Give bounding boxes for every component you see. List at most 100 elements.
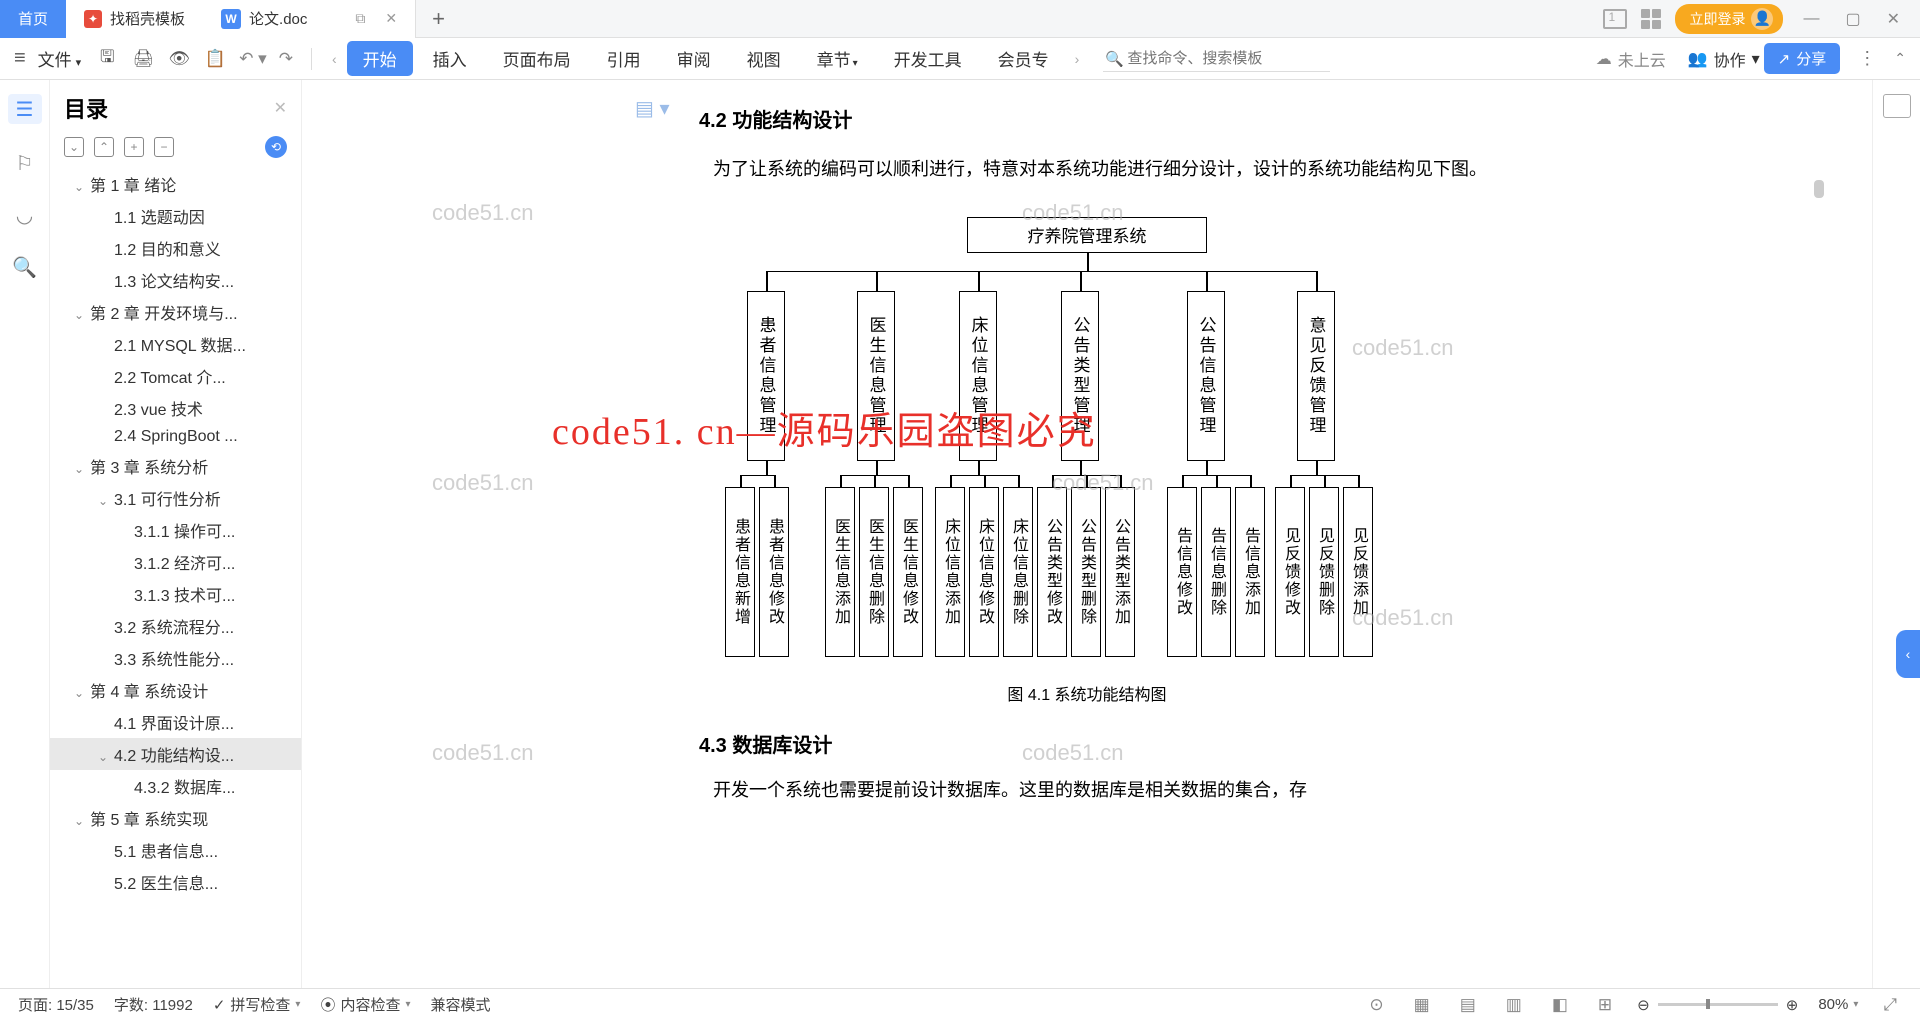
- save-icon[interactable]: 🖫: [96, 48, 118, 70]
- zoom-out-icon[interactable]: ⊖: [1637, 996, 1650, 1014]
- file-menu[interactable]: 文件▾: [38, 46, 82, 71]
- maximize-icon[interactable]: ▢: [1839, 9, 1866, 29]
- side-expand-tab[interactable]: ‹: [1896, 630, 1920, 678]
- login-label: 立即登录: [1689, 9, 1745, 29]
- ribbon-tab-insert[interactable]: 插入: [417, 46, 483, 71]
- outline-item[interactable]: ⌄第 2 章 开发环境与...: [50, 296, 301, 328]
- share-button[interactable]: ↗分享: [1764, 43, 1841, 74]
- outline-item[interactable]: ⌄第 5 章 系统实现: [50, 802, 301, 834]
- rail-bookmark-icon[interactable]: ◡: [12, 202, 38, 228]
- outline-item[interactable]: 4.3.2 数据库...: [50, 770, 301, 802]
- outline-item[interactable]: 5.1 患者信息...: [50, 834, 301, 866]
- ribbon-scroll-right[interactable]: ›: [1069, 51, 1086, 67]
- tab-template[interactable]: ✦ 找稻壳模板: [66, 0, 203, 38]
- ribbon-scroll-left[interactable]: ‹: [326, 51, 343, 67]
- ribbon-tab-start[interactable]: 开始: [347, 41, 413, 76]
- minimize-icon[interactable]: —: [1797, 10, 1825, 28]
- outline-item[interactable]: 1.3 论文结构安...: [50, 264, 301, 296]
- outline-item[interactable]: 3.2 系统流程分...: [50, 610, 301, 642]
- fullscreen-icon[interactable]: ⤢: [1883, 995, 1897, 1015]
- view-mode-icon-1[interactable]: ⊙: [1369, 995, 1383, 1015]
- rail-outline-icon[interactable]: ☰: [8, 94, 42, 124]
- outline-remove-icon[interactable]: −: [154, 137, 174, 157]
- ribbon-tab-chapter[interactable]: 章节▾: [801, 46, 874, 71]
- tab-add-button[interactable]: +: [416, 6, 461, 32]
- share-icon: ↗: [1778, 50, 1791, 68]
- outline-item[interactable]: 3.1.1 操作可...: [50, 514, 301, 546]
- outline-item[interactable]: ⌄第 1 章 绪论: [50, 168, 301, 200]
- search-icon: 🔍: [1105, 50, 1124, 68]
- outline-item[interactable]: 1.2 目的和意义: [50, 232, 301, 264]
- tab-home[interactable]: 首页: [0, 0, 66, 38]
- print-icon[interactable]: 🖨: [132, 48, 154, 70]
- login-button[interactable]: 立即登录 👤: [1675, 4, 1783, 34]
- collab-button[interactable]: 👥协作▾: [1688, 47, 1760, 71]
- outline-item[interactable]: ⌄第 4 章 系统设计: [50, 674, 301, 706]
- ribbon-tab-view[interactable]: 视图: [731, 46, 797, 71]
- outline-item[interactable]: 2.4 SpringBoot ...: [50, 424, 301, 450]
- view-mode-icon-6[interactable]: ⊞: [1598, 995, 1612, 1015]
- outline-expand-all-icon[interactable]: ⌃: [94, 137, 114, 157]
- ribbon-tab-ref[interactable]: 引用: [591, 46, 657, 71]
- status-content-check[interactable]: ⦿内容检查▾: [320, 994, 410, 1015]
- undo-icon[interactable]: ↶ ▾: [239, 49, 267, 69]
- tab-close-icon[interactable]: ✕: [385, 10, 397, 27]
- outline-add-icon[interactable]: +: [124, 137, 144, 157]
- view-mode-icon-2[interactable]: ▦: [1414, 995, 1430, 1015]
- outline-item[interactable]: ⌄第 3 章 系统分析: [50, 450, 301, 482]
- view-mode-icon-5[interactable]: ◧: [1552, 995, 1568, 1015]
- outline-item[interactable]: 3.1.2 经济可...: [50, 546, 301, 578]
- zoom-level[interactable]: 80%▾: [1818, 996, 1858, 1013]
- outline-item[interactable]: ⌄4.2 功能结构设...: [50, 738, 301, 770]
- scrollbar-thumb[interactable]: [1814, 180, 1824, 198]
- search-input[interactable]: [1103, 46, 1329, 72]
- rail-search-icon[interactable]: 🔍: [12, 254, 38, 280]
- search-box[interactable]: 🔍: [1103, 46, 1329, 72]
- outline-item[interactable]: 3.3 系统性能分...: [50, 642, 301, 674]
- menu-icon[interactable]: ≡: [14, 47, 26, 70]
- outline-item[interactable]: 3.1.3 技术可...: [50, 578, 301, 610]
- more-icon[interactable]: ⋮: [1858, 48, 1876, 69]
- outline-item[interactable]: 2.3 vue 技术: [50, 392, 301, 424]
- diagram-mid: 意见反馈管理: [1297, 291, 1335, 461]
- ribbon-tab-review[interactable]: 审阅: [661, 46, 727, 71]
- status-page[interactable]: 页面: 15/35: [18, 994, 94, 1015]
- content-check-icon: ⦿: [320, 994, 335, 1015]
- close-icon[interactable]: ✕: [1881, 9, 1906, 29]
- zoom-slider[interactable]: ⊖ ⊕: [1637, 996, 1798, 1014]
- collapse-ribbon-icon[interactable]: ⌃: [1894, 50, 1906, 67]
- rail-pin-icon[interactable]: ⚐: [12, 150, 38, 176]
- right-rail: [1872, 80, 1920, 988]
- outline-item[interactable]: 2.2 Tomcat 介...: [50, 360, 301, 392]
- redo-icon[interactable]: ↷: [279, 49, 293, 69]
- view-mode-icon-3[interactable]: ▤: [1460, 995, 1476, 1015]
- tab-home-label: 首页: [18, 8, 48, 29]
- right-rail-panel-icon[interactable]: [1883, 94, 1911, 118]
- outline-item[interactable]: 2.1 MYSQL 数据...: [50, 328, 301, 360]
- status-words[interactable]: 字数: 11992: [114, 994, 193, 1015]
- cloud-status[interactable]: ☁未上云: [1596, 47, 1666, 71]
- zoom-in-icon[interactable]: ⊕: [1786, 996, 1799, 1014]
- outline-collapse-all-icon[interactable]: ⌄: [64, 137, 84, 157]
- tab-duplicate-icon[interactable]: ⧉: [355, 10, 365, 27]
- outline-sync-icon[interactable]: ⟲: [265, 136, 287, 158]
- preview-icon[interactable]: 👁: [168, 48, 190, 70]
- diagram-mid: 床位信息管理: [959, 291, 997, 461]
- outline-item[interactable]: 1.1 选题动因: [50, 200, 301, 232]
- outline-item[interactable]: ⌄3.1 可行性分析: [50, 482, 301, 514]
- ribbon-tab-dev[interactable]: 开发工具: [878, 46, 978, 71]
- apps-icon[interactable]: [1641, 9, 1661, 29]
- outline-close-icon[interactable]: ✕: [274, 98, 287, 118]
- window-split-icon[interactable]: [1603, 9, 1627, 29]
- ribbon-tab-layout[interactable]: 页面布局: [487, 46, 587, 71]
- view-mode-icon-4[interactable]: ▥: [1506, 995, 1522, 1015]
- ribbon-tab-member[interactable]: 会员专: [982, 46, 1065, 71]
- status-spellcheck[interactable]: ✓拼写检查▾: [213, 994, 301, 1015]
- tab-doc[interactable]: W 论文.doc ⧉ ✕: [203, 0, 416, 38]
- copy-icon[interactable]: 📋: [204, 48, 226, 70]
- outline-item[interactable]: 5.2 医生信息...: [50, 866, 301, 898]
- status-compat[interactable]: 兼容模式: [431, 994, 491, 1015]
- outline-item[interactable]: 4.1 界面设计原...: [50, 706, 301, 738]
- outline-list[interactable]: ⌄第 1 章 绪论1.1 选题动因1.2 目的和意义1.3 论文结构安...⌄第…: [50, 168, 301, 988]
- document-canvas[interactable]: ▤ ▾ 4.2 功能结构设计 为了让系统的编码可以顺利进行，特意对本系统功能进行…: [302, 80, 1872, 988]
